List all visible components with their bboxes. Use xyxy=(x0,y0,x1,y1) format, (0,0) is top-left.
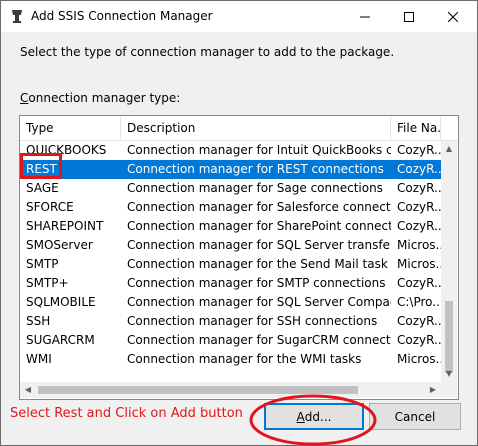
list-rows: QUICKBOOKS Connection manager for Intuit … xyxy=(20,141,441,369)
cell-file-name: Micros... xyxy=(397,257,441,271)
horizontal-scroll-thumb[interactable] xyxy=(38,386,358,394)
cell-type: SSH xyxy=(26,314,51,328)
table-row[interactable]: QUICKBOOKS Connection manager for Intuit … xyxy=(20,141,441,160)
minimize-button[interactable] xyxy=(343,1,387,32)
cell-file-name: CozyR... xyxy=(397,219,441,233)
cell-description: Connection manager for the Send Mail tas… xyxy=(127,257,388,271)
table-row[interactable]: SHAREPOINT Connection manager for SharePo… xyxy=(20,217,441,236)
title-bar: Add SSIS Connection Manager xyxy=(1,1,477,32)
scroll-down-icon[interactable]: ▼ xyxy=(441,366,457,382)
table-row[interactable]: SSH Connection manager for SSH connection… xyxy=(20,312,441,331)
ssis-app-icon xyxy=(12,10,22,23)
cell-file-name: CozyR... xyxy=(397,333,441,347)
table-row[interactable]: REST Connection manager for REST connecti… xyxy=(20,160,441,179)
table-row[interactable]: SAGE Connection manager for Sage connecti… xyxy=(20,179,441,198)
list-label-text: onnection manager type: xyxy=(28,91,181,105)
cell-type: SMOServer xyxy=(26,238,93,252)
cell-description: Connection manager for Intuit QuickBooks… xyxy=(127,143,391,157)
annotation-highlight-box xyxy=(20,153,62,179)
add-button[interactable]: Add... xyxy=(264,403,364,430)
cancel-button[interactable]: Cancel xyxy=(369,403,461,430)
cell-description: Connection manager for SugarCRM connecti… xyxy=(127,333,391,347)
cell-file-name: CozyR... xyxy=(397,162,441,176)
table-row[interactable]: SQLMOBILE Connection manager for SQL Serv… xyxy=(20,293,441,312)
scroll-left-icon[interactable]: ◀ xyxy=(20,382,36,398)
cell-description: Connection manager for SQL Server Compac… xyxy=(127,295,391,309)
instruction-text: Select the type of connection manager to… xyxy=(20,45,395,59)
scroll-right-icon[interactable]: ▶ xyxy=(425,382,441,398)
minimize-icon xyxy=(360,16,370,17)
table-row[interactable]: SMTP Connection manager for the Send Mail… xyxy=(20,255,441,274)
column-header-file-name[interactable]: File Na... xyxy=(391,116,441,140)
column-header-type[interactable]: Type xyxy=(20,116,121,140)
scroll-up-icon[interactable]: ▲ xyxy=(441,141,457,157)
cell-description: Connection manager for Salesforce connec… xyxy=(127,200,391,214)
table-row[interactable]: SMOServer Connection manager for SQL Serv… xyxy=(20,236,441,255)
cell-type: WMI xyxy=(26,352,52,366)
window-title: Add SSIS Connection Manager xyxy=(31,9,213,23)
maximize-button[interactable] xyxy=(387,1,431,32)
column-header-description[interactable]: Description xyxy=(121,116,391,140)
horizontal-scrollbar[interactable]: ◀ ▶ xyxy=(20,382,441,398)
cell-type: SHAREPOINT xyxy=(26,219,104,233)
cell-type: SQLMOBILE xyxy=(26,295,96,309)
cell-type: SMTP xyxy=(26,257,59,271)
table-row[interactable]: SMTP+ Connection manager for SMTP connect… xyxy=(20,274,441,293)
cell-description: Connection manager for SMTP connections xyxy=(127,276,386,290)
list-label: Connection manager type: xyxy=(20,91,180,105)
cell-type: SAGE xyxy=(26,181,59,195)
add-button-access-key: A xyxy=(296,409,305,424)
connection-type-list[interactable]: Type Description File Na... QUICKBOOKSCo… xyxy=(19,115,459,400)
cell-type: SUGARCRM xyxy=(26,333,95,347)
cell-type: SFORCE xyxy=(26,200,74,214)
annotation-text: Select Rest and Click on Add button xyxy=(10,406,243,421)
cell-description: Connection manager for SQL Server transf… xyxy=(127,238,391,252)
cell-description: Connection manager for the WMI tasks xyxy=(127,352,362,366)
cell-file-name: Micros... xyxy=(397,352,441,366)
cell-file-name: CozyR... xyxy=(397,181,441,195)
close-button[interactable] xyxy=(431,1,475,32)
cell-file-name: Micros... xyxy=(397,238,441,252)
cell-description: Connection manager for Sage connections xyxy=(127,181,383,195)
cell-file-name: C:\Pro... xyxy=(397,295,441,309)
table-row[interactable]: SUGARCRM Connection manager for SugarCRM … xyxy=(20,331,441,350)
table-row[interactable]: WMI Connection manager for the WMI tasks M… xyxy=(20,350,441,369)
close-icon xyxy=(448,11,458,22)
list-header: Type Description File Na... xyxy=(20,116,458,141)
vertical-scroll-thumb[interactable] xyxy=(445,301,453,373)
cell-file-name: CozyR... xyxy=(397,200,441,214)
cell-description: Connection manager for REST connections xyxy=(127,162,384,176)
cell-description: Connection manager for SharePoint connec… xyxy=(127,219,391,233)
add-button-label: dd... xyxy=(304,409,332,424)
maximize-icon xyxy=(404,11,414,22)
scrollbar-corner xyxy=(441,382,457,398)
cell-file-name: CozyR... xyxy=(397,143,441,157)
table-row[interactable]: SFORCE Connection manager for Salesforce … xyxy=(20,198,441,217)
cell-file-name: CozyR... xyxy=(397,314,441,328)
vertical-scrollbar[interactable]: ▲ ▼ xyxy=(441,141,457,382)
cell-file-name: CozyR... xyxy=(397,276,441,290)
cell-description: Connection manager for SSH connections xyxy=(127,314,378,328)
cell-type: SMTP+ xyxy=(26,276,69,290)
